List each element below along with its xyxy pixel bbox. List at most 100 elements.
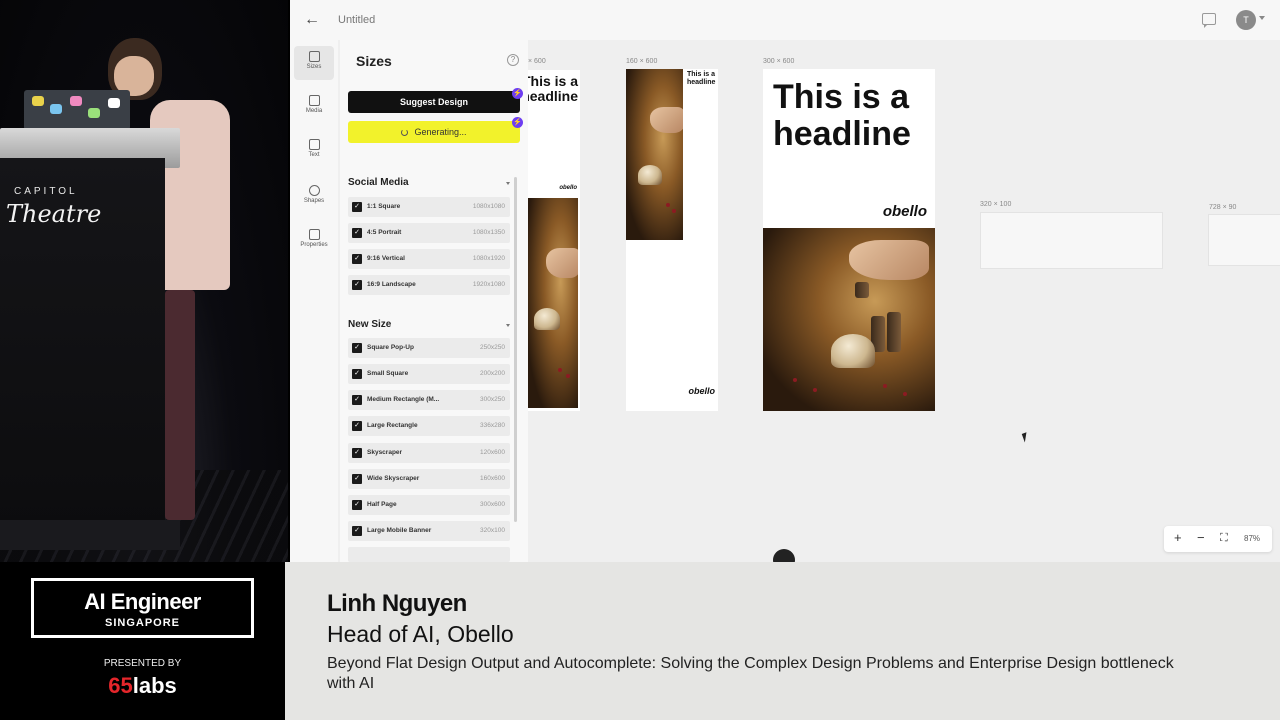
rail-label: Sizes: [306, 64, 322, 70]
artboard-partial[interactable]: This is a headline obello: [528, 70, 580, 411]
spinner-icon: [401, 129, 409, 136]
photo-berry: [813, 388, 817, 392]
size-row[interactable]: ✓ Wide Skyscraper 160x600: [348, 469, 510, 489]
photo-dessert: [831, 334, 875, 368]
size-dims: 1080x1350: [472, 229, 505, 236]
artboard-leaderboard[interactable]: [1208, 214, 1280, 266]
artboard-mobile-banner[interactable]: [980, 212, 1163, 269]
artboard-half-page[interactable]: This is a headline obello: [763, 69, 935, 411]
checkbox-checked-icon[interactable]: ✓: [352, 421, 362, 431]
rail-item-shapes[interactable]: Shapes: [294, 180, 334, 214]
size-row[interactable]: ✓ 1:1 Square 1080x1080: [348, 197, 510, 217]
checkbox-checked-icon[interactable]: ✓: [352, 474, 362, 484]
document-title[interactable]: Untitled: [338, 14, 375, 26]
size-name: Skyscraper: [367, 449, 403, 456]
shapes-icon: [308, 185, 320, 196]
comment-icon[interactable]: [1202, 13, 1216, 28]
generating-button[interactable]: Generating...: [348, 121, 520, 143]
tool-rail: Sizes Media Text Shapes Properties: [290, 40, 338, 562]
speaker-legs: [165, 290, 195, 520]
photo-berry: [558, 368, 562, 372]
help-icon[interactable]: ?: [507, 54, 519, 66]
rail-label: Shapes: [303, 198, 325, 204]
chevron-down-icon[interactable]: [506, 182, 510, 185]
size-name: 4:5 Portrait: [367, 229, 402, 236]
size-row[interactable]: ✓ 9:16 Vertical 1080x1920: [348, 249, 510, 269]
size-name: Medium Rectangle (M...: [367, 396, 440, 403]
checkbox-checked-icon[interactable]: ✓: [352, 500, 362, 510]
laptop-sticker: [70, 96, 82, 106]
zoom-in-icon[interactable]: +: [1174, 531, 1182, 545]
photo-cup: [887, 312, 901, 352]
checkbox-checked-icon[interactable]: ✓: [352, 369, 362, 379]
size-name: Large Rectangle: [367, 422, 418, 429]
photo-berry: [903, 392, 907, 396]
rail-label: Properties: [300, 242, 328, 248]
zoom-out-icon[interactable]: −: [1197, 531, 1205, 545]
size-dims: 120x600: [480, 449, 505, 456]
rail-item-sizes[interactable]: Sizes: [294, 46, 334, 80]
media-icon: [308, 95, 320, 106]
size-row[interactable]: [348, 547, 510, 562]
speaker-name: Linh Nguyen: [327, 590, 467, 617]
design-canvas[interactable]: × 600 This is a headline obello 160 × 60…: [528, 40, 1280, 562]
size-row[interactable]: ✓ Medium Rectangle (M... 300x250: [348, 390, 510, 410]
back-arrow-icon[interactable]: ←: [304, 11, 322, 29]
venue-name: Theatre: [6, 200, 102, 228]
suggest-design-button[interactable]: Suggest Design: [348, 91, 520, 113]
user-avatar[interactable]: T: [1236, 10, 1256, 30]
laptop: [24, 90, 130, 130]
size-row[interactable]: ✓ Square Pop-Up 250x250: [348, 338, 510, 358]
checkbox-checked-icon[interactable]: ✓: [352, 280, 362, 290]
generating-label: Generating...: [414, 127, 467, 137]
size-dims: 200x200: [480, 370, 505, 377]
video-frame: CAPITOL Theatre ← Untitled T Sizes Media…: [0, 0, 1280, 720]
size-row[interactable]: ✓ 4:5 Portrait 1080x1350: [348, 223, 510, 243]
venue-label: CAPITOL: [14, 186, 78, 197]
size-dims: 300x250: [480, 396, 505, 403]
event-location: SINGAPORE: [104, 617, 180, 629]
size-dims: 320x100: [480, 527, 505, 534]
zoom-controls: + − ⛶ 87%: [1164, 526, 1272, 552]
artboard-label: 300 × 600: [763, 58, 795, 65]
rail-item-properties[interactable]: Properties: [294, 224, 334, 258]
checkbox-checked-icon[interactable]: ✓: [352, 202, 362, 212]
panel-scrollbar[interactable]: [514, 177, 517, 522]
photo-dessert: [534, 308, 560, 330]
podium-base: [0, 520, 180, 550]
mouse-cursor-icon: [1021, 430, 1035, 443]
checkbox-checked-icon[interactable]: ✓: [352, 448, 362, 458]
checkbox-checked-icon[interactable]: ✓: [352, 254, 362, 264]
size-row[interactable]: ✓ Skyscraper 120x600: [348, 443, 510, 463]
sizes-panel: Sizes ? Suggest Design ⚡ Generating... ⚡…: [340, 40, 528, 562]
size-row[interactable]: ✓ 16:9 Landscape 1920x1080: [348, 275, 510, 295]
size-name: Large Mobile Banner: [367, 527, 432, 534]
size-dims: 1080x1920: [472, 255, 505, 262]
artboard-logo: obello: [882, 203, 927, 220]
artboard-logo: obello: [559, 185, 577, 191]
size-row[interactable]: ✓ Half Page 300x600: [348, 495, 510, 515]
size-dims: 1080x1080: [472, 203, 505, 210]
lightning-icon: ⚡: [512, 117, 523, 128]
lightning-icon: ⚡: [512, 88, 523, 99]
photo-hand: [849, 240, 929, 280]
size-dims: 300x600: [480, 501, 505, 508]
size-row[interactable]: ✓ Small Square 200x200: [348, 364, 510, 384]
checkbox-checked-icon[interactable]: ✓: [352, 343, 362, 353]
photo-cup: [855, 282, 869, 298]
checkbox-checked-icon[interactable]: ✓: [352, 526, 362, 536]
chevron-down-icon[interactable]: [506, 324, 510, 327]
size-name: Small Square: [367, 370, 409, 377]
photo-hand: [546, 248, 578, 278]
artboard-label: 320 × 100: [980, 201, 1012, 208]
chevron-down-icon[interactable]: [1259, 16, 1265, 20]
rail-item-media[interactable]: Media: [294, 90, 334, 124]
checkbox-checked-icon[interactable]: ✓: [352, 395, 362, 405]
rail-item-text[interactable]: Text: [294, 134, 334, 168]
size-row[interactable]: ✓ Large Mobile Banner 320x100: [348, 521, 510, 541]
photo-dessert: [638, 165, 662, 185]
size-row[interactable]: ✓ Large Rectangle 336x280: [348, 416, 510, 436]
artboard-wide-skyscraper[interactable]: This is a headline obello: [626, 69, 718, 411]
fit-screen-icon[interactable]: ⛶: [1220, 531, 1228, 545]
checkbox-checked-icon[interactable]: ✓: [352, 228, 362, 238]
